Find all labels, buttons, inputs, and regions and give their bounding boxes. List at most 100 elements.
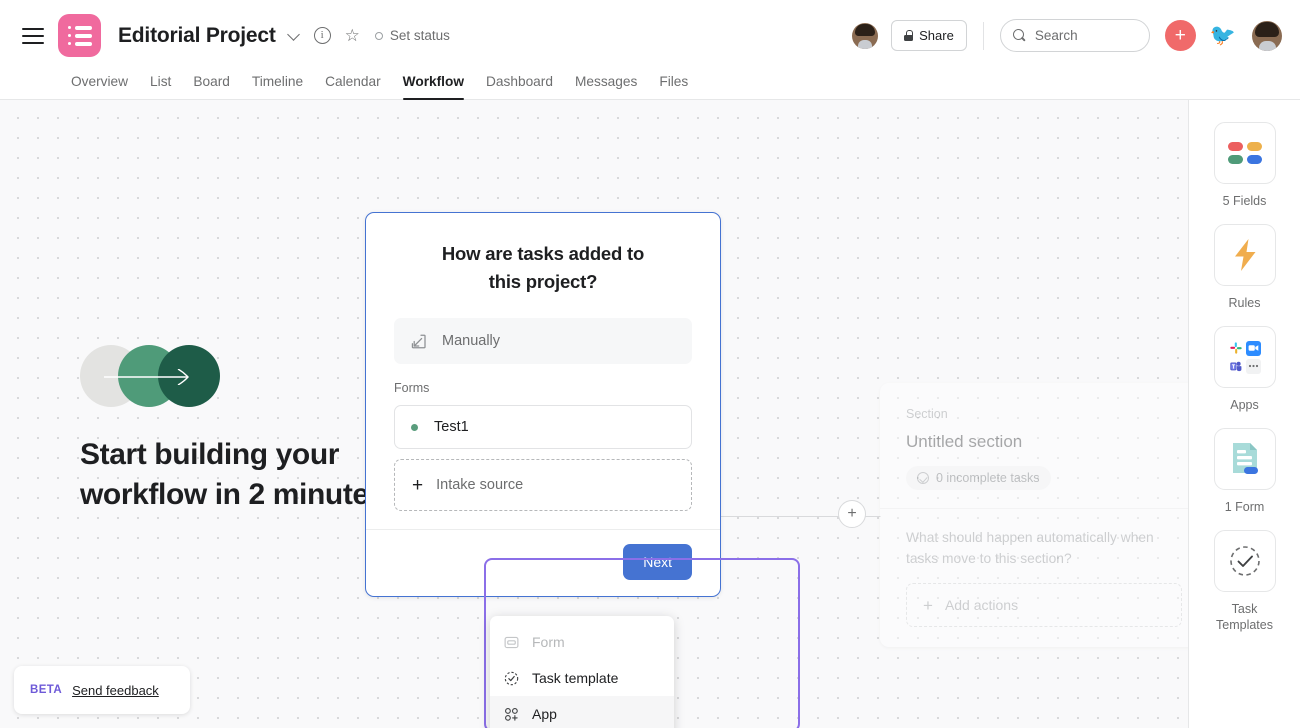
zoom-icon: [1246, 340, 1261, 356]
dropdown-item-label: Form: [532, 634, 565, 650]
rail-item-label: Apps: [1230, 398, 1259, 412]
intake-card-title: How are tasks added to this project?: [394, 240, 692, 296]
set-status-button[interactable]: Set status: [374, 28, 450, 43]
rail-item-task-templates[interactable]: Task Templates: [1206, 530, 1284, 633]
chevron-down-icon[interactable]: [288, 29, 301, 42]
form-icon: [504, 636, 519, 648]
intake-source-dropdown: Form Task template App: [490, 616, 674, 728]
intake-title-line-1: How are tasks added to: [441, 243, 645, 264]
rail-item-rules[interactable]: Rules: [1213, 224, 1276, 311]
status-badge: 0 incomplete tasks: [906, 466, 1051, 490]
search-input[interactable]: Search: [999, 19, 1150, 52]
next-button[interactable]: Next: [623, 544, 692, 580]
beta-feedback-box: BETA Send feedback: [14, 666, 190, 714]
rail-item-label: 1 Form: [1224, 500, 1265, 514]
lightning-bolt-icon: [1234, 239, 1255, 271]
dropdown-item-app[interactable]: App: [490, 696, 674, 728]
tab-files[interactable]: Files: [648, 74, 699, 99]
search-icon: [1012, 29, 1026, 42]
tab-workflow[interactable]: Workflow: [392, 74, 475, 100]
dropdown-item-task-template[interactable]: Task template: [490, 660, 674, 696]
rail-tile: [1213, 428, 1276, 490]
share-button[interactable]: Share: [891, 20, 967, 51]
form-list-item[interactable]: Test1: [394, 405, 692, 449]
section-name[interactable]: Untitled section: [906, 432, 1182, 452]
rail-item-form[interactable]: 1 Form: [1213, 428, 1276, 515]
add-actions-button[interactable]: + Add actions: [906, 583, 1182, 627]
search-placeholder: Search: [1034, 28, 1078, 43]
intake-title-line-2: this project?: [488, 271, 598, 292]
hamburger-icon[interactable]: [22, 27, 44, 44]
member-avatar[interactable]: [852, 22, 879, 49]
add-node-button[interactable]: +: [838, 500, 866, 528]
share-label: Share: [919, 28, 954, 43]
form-document-icon: [1232, 443, 1258, 474]
tab-overview[interactable]: Overview: [60, 74, 139, 99]
tab-board[interactable]: Board: [182, 74, 241, 99]
rail-item-apps[interactable]: Apps: [1213, 326, 1276, 413]
intake-card-body: How are tasks added to this project? Man…: [366, 213, 720, 511]
forms-section-label: Forms: [394, 381, 430, 395]
workflow-canvas[interactable]: Start building your workflow in 2 minute…: [0, 100, 1188, 728]
section-kind-label: Section: [906, 407, 948, 421]
info-icon[interactable]: i: [313, 27, 331, 44]
more-apps-icon: [1246, 358, 1261, 374]
intake-card: How are tasks added to this project? Man…: [365, 212, 721, 597]
teams-icon: [1228, 359, 1243, 374]
tab-messages[interactable]: Messages: [564, 74, 648, 99]
set-status-label: Set status: [389, 28, 450, 43]
rail-item-label: Rules: [1228, 296, 1261, 310]
right-rail: 5 Fields Rules Apps 1 Form Task Template…: [1188, 100, 1300, 728]
intake-card-footer: Next: [366, 529, 720, 596]
page-title: Editorial Project: [118, 23, 276, 47]
rail-item-fields[interactable]: 5 Fields: [1213, 122, 1276, 209]
fields-icon: [1227, 142, 1262, 164]
hero-line-2: workflow in 2 minutes: [80, 478, 385, 511]
star-icon[interactable]: ☆: [345, 27, 360, 44]
venn-illustration: [80, 345, 240, 407]
rail-tile: [1213, 530, 1276, 592]
dropdown-item-form[interactable]: Form: [490, 624, 674, 660]
arrow-into-box-icon: [411, 334, 426, 348]
slack-icon: [1228, 341, 1243, 356]
beta-badge: BETA: [30, 684, 63, 696]
dropdown-item-label: Task template: [532, 670, 619, 686]
task-template-icon: [1229, 546, 1260, 576]
task-template-icon: [504, 671, 519, 685]
view-tabs: Overview List Board Timeline Calendar Wo…: [0, 62, 1300, 100]
section-question: What should happen automatically when ta…: [906, 530, 1154, 566]
rail-item-label: 5 Fields: [1222, 194, 1267, 208]
send-feedback-link[interactable]: Send feedback: [72, 683, 159, 698]
task-count-label: 0 incomplete tasks: [936, 471, 1040, 485]
option-manually-label: Manually: [442, 333, 501, 349]
add-actions-label: Add actions: [944, 597, 1019, 613]
tab-calendar[interactable]: Calendar: [314, 74, 392, 99]
bird-icon[interactable]: 🐦: [1210, 25, 1236, 46]
rail-tile: [1213, 224, 1276, 286]
check-circle-icon: [917, 472, 929, 484]
divider: [982, 21, 984, 50]
rail-item-label: Task Templates: [1216, 602, 1273, 632]
hero-line-1: Start building your: [80, 438, 340, 471]
top-bar-right: Share Search + 🐦: [852, 19, 1300, 52]
rail-tile: [1213, 122, 1276, 184]
plus-icon: +: [923, 595, 933, 615]
dropdown-item-label: App: [532, 706, 557, 722]
tab-dashboard[interactable]: Dashboard: [475, 74, 564, 99]
tab-timeline[interactable]: Timeline: [241, 74, 314, 99]
tab-list[interactable]: List: [139, 74, 182, 99]
section-card-body: Section Untitled section 0 incomplete ta…: [880, 383, 1188, 508]
option-manually[interactable]: Manually: [394, 318, 692, 364]
rail-tile: [1213, 326, 1276, 388]
form-name: Test1: [434, 419, 469, 435]
lock-icon: [904, 30, 914, 41]
form-status-dot: [411, 423, 418, 431]
arrow-icon: [104, 369, 189, 385]
avatar[interactable]: [1252, 20, 1282, 51]
plus-icon: +: [412, 474, 424, 496]
intake-source-button[interactable]: + Intake source: [394, 459, 692, 511]
apps-icon: [1228, 340, 1261, 374]
project-list-icon[interactable]: [58, 14, 101, 57]
section-card[interactable]: Section Untitled section 0 incomplete ta…: [880, 383, 1188, 647]
create-button[interactable]: +: [1164, 20, 1196, 51]
